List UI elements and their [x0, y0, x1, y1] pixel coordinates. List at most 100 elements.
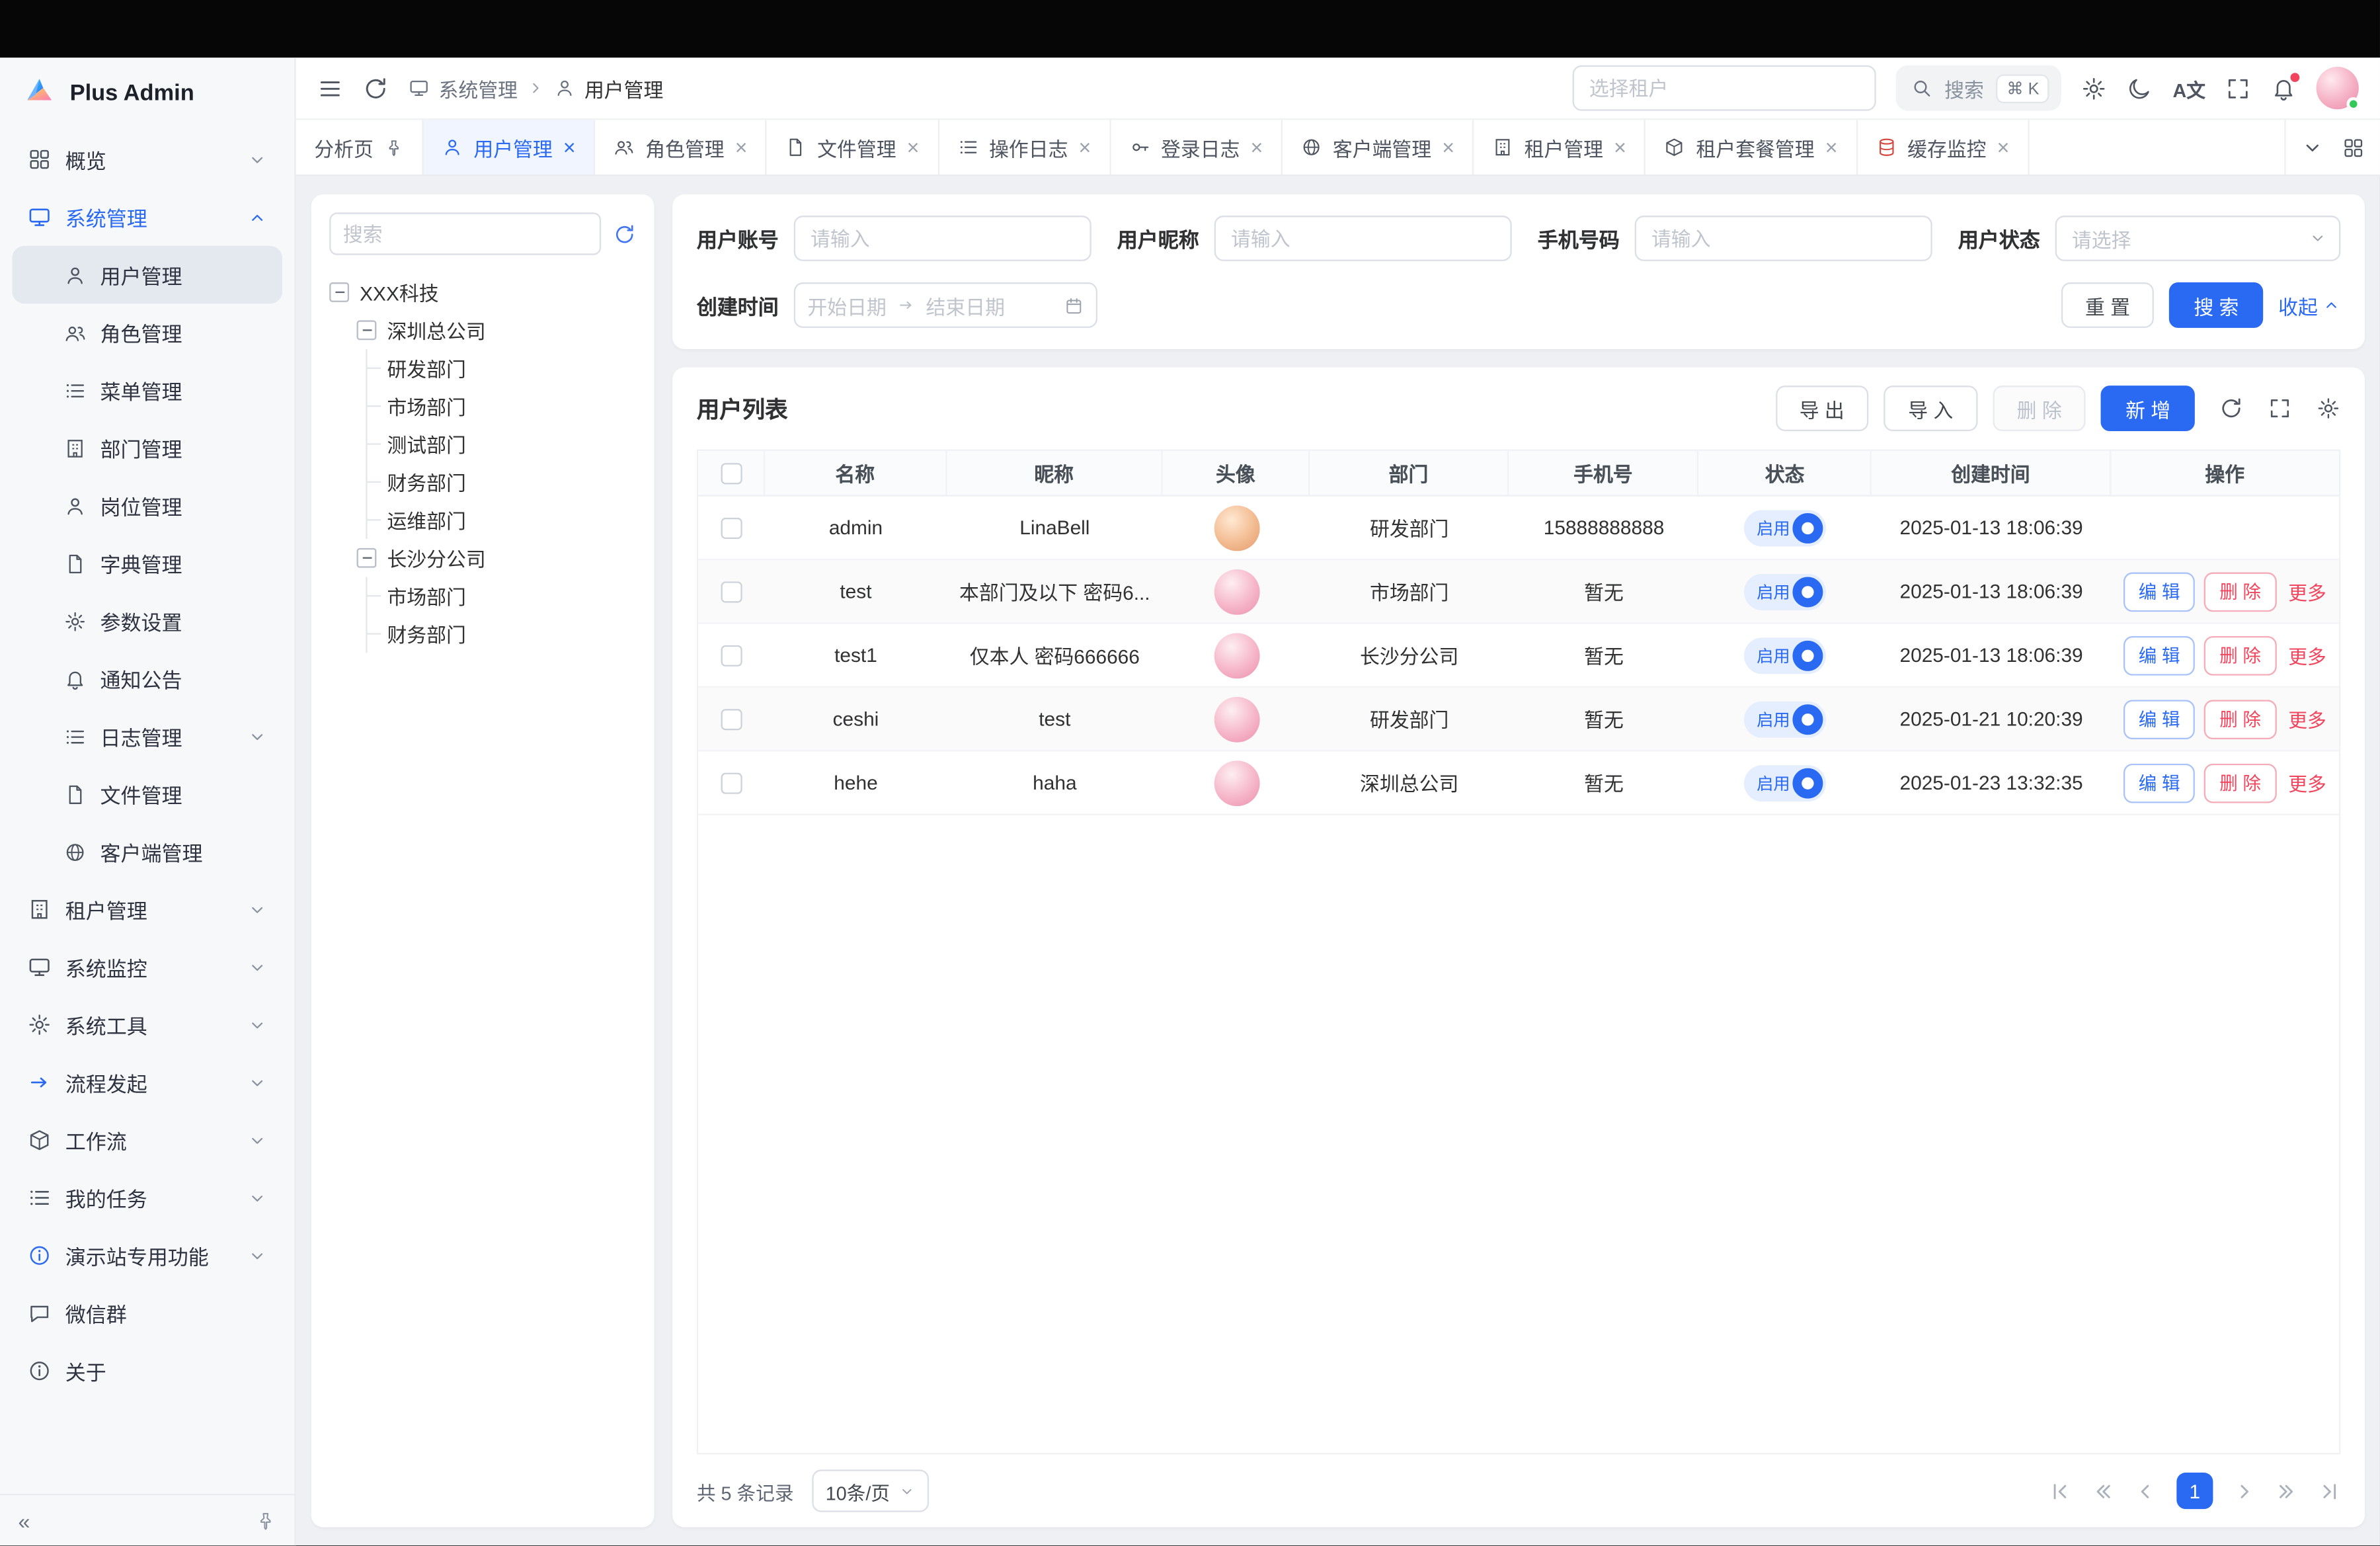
row-checkbox[interactable]: [721, 517, 742, 538]
tree-leaf-dept[interactable]: 运维部门: [368, 501, 636, 539]
chevron-down-icon[interactable]: [2301, 136, 2324, 158]
jump-back-icon[interactable]: [2092, 1479, 2114, 1502]
tab-tenant-package-mgmt[interactable]: 租户套餐管理: [1646, 120, 1858, 175]
sidebar-item-process-start[interactable]: 流程发起: [12, 1053, 282, 1111]
status-toggle[interactable]: 启用: [1745, 509, 1827, 546]
sidebar-item-notice[interactable]: 通知公告: [12, 650, 282, 708]
delete-row-button[interactable]: 删 除: [2204, 635, 2276, 675]
breadcrumb-root[interactable]: 系统管理: [439, 73, 518, 102]
sidebar-item-demo-features[interactable]: 演示站专用功能: [12, 1227, 282, 1284]
delete-row-button[interactable]: 删 除: [2204, 699, 2276, 739]
tab-user-mgmt[interactable]: 用户管理: [424, 120, 596, 175]
close-icon[interactable]: [1442, 136, 1454, 158]
tab-client-mgmt[interactable]: 客户端管理: [1283, 120, 1474, 175]
last-page-icon[interactable]: [2318, 1479, 2340, 1502]
tab-cache-monitor[interactable]: 缓存监控: [1857, 120, 2029, 175]
more-button[interactable]: 更多: [2288, 704, 2326, 733]
page-1-button[interactable]: 1: [2176, 1473, 2213, 1509]
tabs-layout-icon[interactable]: [2342, 136, 2365, 158]
tree-leaf-dept[interactable]: 财务部门: [368, 463, 636, 501]
tree-leaf-dept[interactable]: 研发部门: [368, 349, 636, 387]
refresh-icon[interactable]: [363, 75, 389, 101]
edit-button[interactable]: 编 辑: [2123, 763, 2196, 803]
tab-login-log[interactable]: 登录日志: [1111, 120, 1283, 175]
settings-gear-icon[interactable]: [2082, 75, 2108, 101]
tab-file-mgmt[interactable]: 文件管理: [767, 120, 939, 175]
nickname-input[interactable]: [1214, 216, 1512, 261]
sidebar-item-dict-mgmt[interactable]: 字典管理: [12, 534, 282, 592]
notifications-bell-icon[interactable]: [2271, 75, 2297, 101]
sidebar-collapse-button[interactable]: [19, 1508, 30, 1533]
sidebar-item-client-mgmt[interactable]: 客户端管理: [12, 823, 282, 880]
tree-refresh-icon[interactable]: [614, 222, 636, 245]
sidebar-item-role-mgmt[interactable]: 角色管理: [12, 304, 282, 361]
tab-role-mgmt[interactable]: 角色管理: [595, 120, 767, 175]
row-checkbox[interactable]: [721, 581, 742, 602]
sidebar-item-workflow[interactable]: 工作流: [12, 1112, 282, 1169]
row-checkbox[interactable]: [721, 708, 742, 729]
tree-node-company[interactable]: XXX科技: [329, 273, 636, 311]
batch-delete-button[interactable]: 删 除: [1993, 386, 2086, 431]
sidebar-item-wechat-group[interactable]: 微信群: [12, 1284, 282, 1342]
reset-button[interactable]: 重 置: [2061, 282, 2154, 328]
sidebar-item-user-mgmt[interactable]: 用户管理: [12, 246, 282, 304]
more-button[interactable]: 更多: [2288, 768, 2326, 797]
edit-button[interactable]: 编 辑: [2123, 571, 2196, 611]
edit-button[interactable]: 编 辑: [2123, 699, 2196, 739]
sidebar-item-log-mgmt[interactable]: 日志管理: [12, 708, 282, 765]
tree-collapse-box[interactable]: [357, 320, 377, 340]
sidebar-item-dept-mgmt[interactable]: 部门管理: [12, 419, 282, 477]
expand-table-icon[interactable]: [2268, 396, 2292, 421]
sidebar-item-file-mgmt[interactable]: 文件管理: [12, 765, 282, 823]
sidebar-item-about[interactable]: 关于: [12, 1342, 282, 1400]
select-all-checkbox[interactable]: [720, 462, 741, 483]
tab-op-log[interactable]: 操作日志: [939, 120, 1111, 175]
tree-leaf-dept[interactable]: 测试部门: [368, 425, 636, 463]
search-button[interactable]: 搜 索: [2170, 282, 2263, 328]
sidebar-item-system-tools[interactable]: 系统工具: [12, 996, 282, 1053]
status-toggle[interactable]: 启用: [1745, 637, 1827, 673]
sidebar-item-tenant-mgmt[interactable]: 租户管理: [12, 881, 282, 938]
close-icon[interactable]: [907, 136, 920, 158]
sidebar-item-system-monitor[interactable]: 系统监控: [12, 938, 282, 996]
more-button[interactable]: 更多: [2288, 641, 2326, 670]
dark-mode-moon-icon[interactable]: [2127, 75, 2153, 101]
sidebar-item-my-tasks[interactable]: 我的任务: [12, 1169, 282, 1227]
pin-icon[interactable]: [384, 138, 404, 157]
close-icon[interactable]: [1997, 136, 2010, 158]
language-icon[interactable]: A文: [2173, 73, 2205, 102]
first-page-icon[interactable]: [2049, 1479, 2071, 1502]
account-input[interactable]: [794, 216, 1091, 261]
sidebar-item-system-mgmt[interactable]: 系统管理: [12, 188, 282, 246]
collapse-filter-button[interactable]: 收起: [2278, 291, 2340, 320]
page-size-select[interactable]: 10条/页: [812, 1469, 930, 1512]
close-icon[interactable]: [1250, 136, 1263, 158]
tree-collapse-box[interactable]: [357, 548, 377, 568]
delete-row-button[interactable]: 删 除: [2204, 763, 2276, 803]
global-search[interactable]: 搜索 ⌘ K: [1896, 65, 2062, 111]
close-icon[interactable]: [1825, 136, 1838, 158]
tree-leaf-dept[interactable]: 财务部门: [368, 615, 636, 653]
close-icon[interactable]: [735, 136, 748, 158]
jump-forward-icon[interactable]: [2276, 1479, 2298, 1502]
tab-tenant-mgmt[interactable]: 租户管理: [1474, 120, 1646, 175]
refresh-list-icon[interactable]: [2219, 396, 2244, 421]
close-icon[interactable]: [563, 136, 576, 158]
export-button[interactable]: 导 出: [1775, 386, 1868, 431]
next-page-icon[interactable]: [2233, 1479, 2255, 1502]
row-checkbox[interactable]: [721, 645, 742, 666]
close-icon[interactable]: [1079, 136, 1091, 158]
table-settings-icon[interactable]: [2317, 396, 2341, 421]
sidebar-item-param-settings[interactable]: 参数设置: [12, 592, 282, 649]
delete-row-button[interactable]: 删 除: [2204, 571, 2276, 611]
row-checkbox[interactable]: [721, 772, 742, 793]
status-toggle[interactable]: 启用: [1745, 701, 1827, 737]
sidebar-pin-icon[interactable]: [255, 1510, 276, 1531]
sidebar-item-post-mgmt[interactable]: 岗位管理: [12, 477, 282, 534]
tab-analysis[interactable]: 分析页: [296, 120, 424, 175]
close-icon[interactable]: [1614, 136, 1626, 158]
tree-node-branch[interactable]: 深圳总公司: [357, 311, 636, 349]
menu-toggle-icon[interactable]: [317, 75, 343, 101]
prev-page-icon[interactable]: [2134, 1479, 2157, 1502]
status-toggle[interactable]: 启用: [1745, 764, 1827, 801]
